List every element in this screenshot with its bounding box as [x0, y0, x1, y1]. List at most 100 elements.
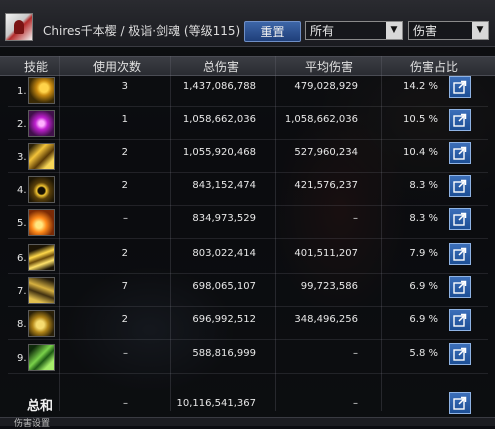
share-icon	[453, 80, 467, 94]
table-row: 6. 2 803,022,414 401,511,207 7.9 %	[0, 240, 495, 273]
totals-total-damage: 10,116,541,367	[176, 398, 256, 409]
target-filter-dropdown[interactable]: 所有 ▼	[305, 21, 403, 40]
row-average-damage: 401,511,207	[294, 248, 358, 259]
row-uses: 2	[121, 248, 128, 259]
totals-label: 总和	[27, 399, 54, 414]
share-row-button[interactable]	[449, 243, 471, 265]
row-uses: 2	[121, 314, 128, 325]
share-icon	[453, 313, 467, 327]
row-total-damage: 696,992,512	[192, 314, 256, 325]
row-index: 7.	[17, 286, 27, 297]
table-row: 9. – 588,816,999 – 5.8 %	[0, 340, 495, 373]
share-row-button[interactable]	[449, 309, 471, 331]
ring-slash-icon[interactable]	[28, 176, 55, 203]
damage-stats-panel: Chires千本樱 / 极诣·剑魂 (等级115) 重置 所有 ▼ 伤害 ▼ 技…	[0, 0, 495, 429]
row-average-damage: 348,496,256	[294, 314, 358, 325]
row-separator	[8, 373, 488, 374]
table-row: 3. 2 1,055,920,468 527,960,234 10.4 %	[0, 139, 495, 172]
row-damage-share: 8.3 %	[409, 213, 438, 224]
share-row-button[interactable]	[449, 142, 471, 164]
row-total-damage: 1,058,662,036	[182, 114, 256, 125]
row-damage-share: 5.8 %	[409, 348, 438, 359]
share-row-button[interactable]	[449, 343, 471, 365]
row-damage-share: 10.5 %	[403, 114, 438, 125]
bottom-settings-label[interactable]: 伤害设置	[14, 416, 50, 429]
row-total-damage: 834,973,529	[192, 213, 256, 224]
share-row-button[interactable]	[449, 276, 471, 298]
row-index: 4.	[17, 185, 27, 196]
row-uses: –	[123, 213, 128, 224]
row-index: 3.	[17, 152, 27, 163]
sword-rain-icon[interactable]	[28, 143, 55, 170]
table-row: 1. 3 1,437,086,788 479,028,929 14.2 %	[0, 73, 495, 106]
row-index: 6.	[17, 253, 27, 264]
row-uses: 1	[121, 114, 128, 125]
share-icon	[453, 247, 467, 261]
row-damage-share: 6.9 %	[409, 314, 438, 325]
target-filter-value: 所有	[310, 24, 335, 38]
chevron-down-icon[interactable]: ▼	[386, 22, 402, 39]
table-row: 8. 2 696,992,512 348,496,256 6.9 %	[0, 306, 495, 339]
row-damage-share: 6.9 %	[409, 281, 438, 292]
share-icon	[453, 179, 467, 193]
row-average-damage: 1,058,662,036	[284, 114, 358, 125]
wave-slash-icon[interactable]	[28, 310, 55, 337]
row-damage-share: 14.2 %	[403, 81, 438, 92]
row-damage-share: 8.3 %	[409, 180, 438, 191]
chevron-down-icon[interactable]: ▼	[472, 22, 488, 39]
share-icon	[453, 347, 467, 361]
character-name: Chires千本樱 / 极诣·剑魂 (等级115)	[43, 24, 241, 38]
row-average-damage: 479,028,929	[294, 81, 358, 92]
row-average-damage: 99,723,586	[300, 281, 358, 292]
purple-burst-icon[interactable]	[28, 110, 55, 137]
row-index: 1.	[17, 86, 27, 97]
row-average-damage: –	[353, 348, 358, 359]
share-icon	[453, 212, 467, 226]
row-index: 8.	[17, 319, 27, 330]
panel-header: Chires千本樱 / 极诣·剑魂 (等级115) 重置 所有 ▼ 伤害 ▼	[0, 0, 495, 47]
table-row: 2. 1 1,058,662,036 1,058,662,036 10.5 %	[0, 106, 495, 139]
row-uses: –	[123, 348, 128, 359]
row-average-damage: 527,960,234	[294, 147, 358, 158]
totals-uses: –	[123, 398, 128, 409]
row-total-damage: 843,152,474	[192, 180, 256, 191]
share-row-button[interactable]	[449, 175, 471, 197]
row-total-damage: 588,816,999	[192, 348, 256, 359]
lightning-strike-icon[interactable]	[28, 244, 55, 271]
row-total-damage: 698,065,107	[192, 281, 256, 292]
reset-button[interactable]: 重置	[244, 21, 301, 42]
row-damage-share: 7.9 %	[409, 248, 438, 259]
row-separator	[8, 238, 488, 239]
row-index: 9.	[17, 353, 27, 364]
row-index: 5.	[17, 218, 27, 229]
share-totals-button[interactable]	[449, 392, 471, 414]
row-uses: 2	[121, 180, 128, 191]
row-total-damage: 1,437,086,788	[182, 81, 256, 92]
row-total-damage: 1,055,920,468	[182, 147, 256, 158]
share-row-button[interactable]	[449, 208, 471, 230]
table-row: 4. 2 843,152,474 421,576,237 8.3 %	[0, 172, 495, 205]
row-uses: 7	[121, 281, 128, 292]
crescent-slash-icon[interactable]	[28, 77, 55, 104]
green-blade-icon[interactable]	[28, 344, 55, 371]
row-uses: 3	[121, 81, 128, 92]
row-uses: 2	[121, 147, 128, 158]
row-damage-share: 10.4 %	[403, 147, 438, 158]
type-filter-value: 伤害	[413, 24, 438, 38]
row-average-damage: –	[353, 213, 358, 224]
type-filter-dropdown[interactable]: 伤害 ▼	[408, 21, 489, 40]
share-row-button[interactable]	[449, 109, 471, 131]
row-total-damage: 803,022,414	[192, 248, 256, 259]
share-icon	[453, 280, 467, 294]
flow-slash-icon[interactable]	[28, 277, 55, 304]
table-row: 7. 7 698,065,107 99,723,586 6.9 %	[0, 273, 495, 306]
share-icon	[453, 146, 467, 160]
flame-burst-icon[interactable]	[28, 209, 55, 236]
totals-average-damage: –	[353, 398, 358, 409]
share-icon	[453, 113, 467, 127]
row-index: 2.	[17, 119, 27, 130]
table-row: 5. – 834,973,529 – 8.3 %	[0, 205, 495, 238]
character-avatar	[5, 13, 33, 41]
share-row-button[interactable]	[449, 76, 471, 98]
row-average-damage: 421,576,237	[294, 180, 358, 191]
